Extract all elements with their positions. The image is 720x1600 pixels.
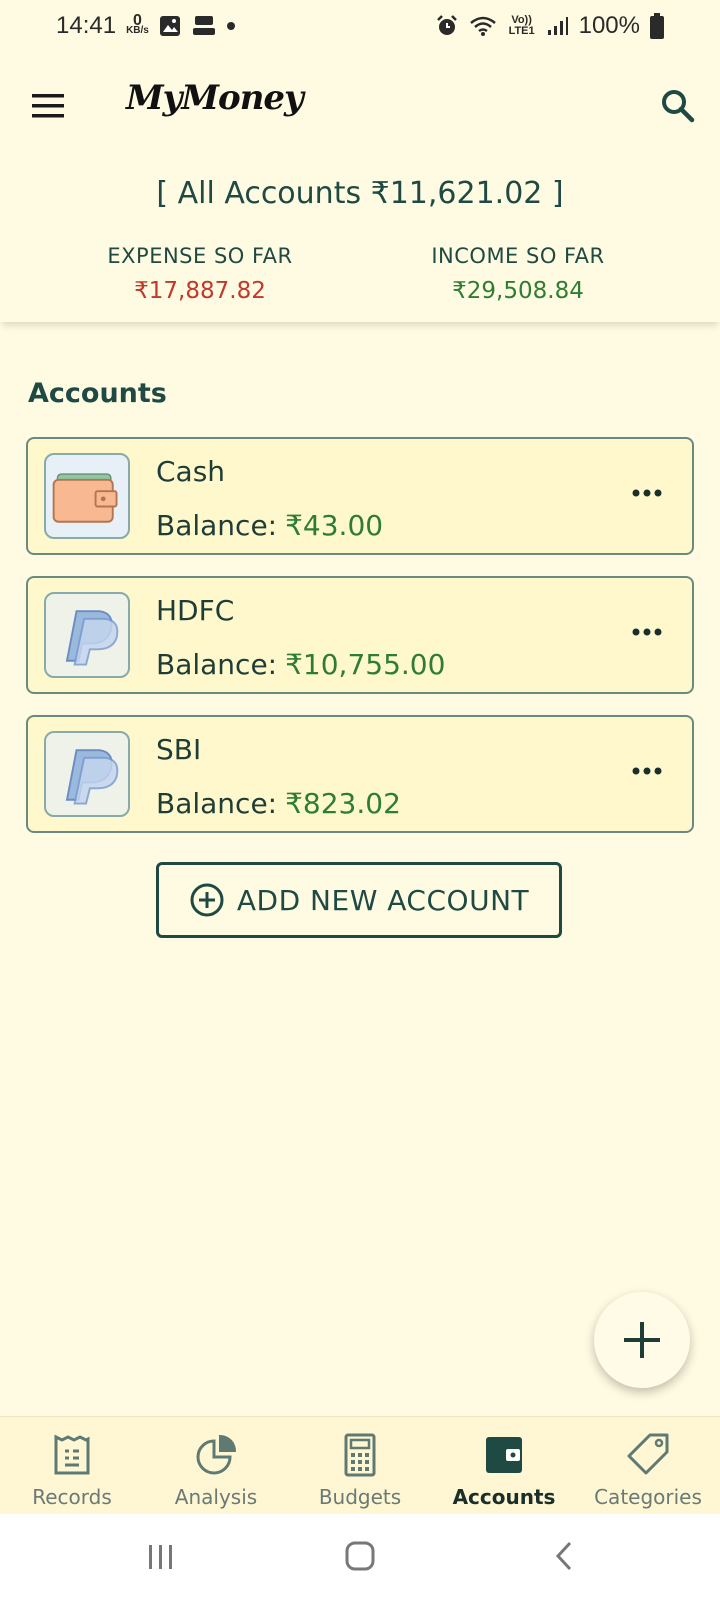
- nav-analysis[interactable]: Analysis: [144, 1417, 288, 1515]
- account-card-hdfc[interactable]: HDFC Balance: ₹10,755.00: [26, 576, 694, 694]
- app-bar: MyMoney: [0, 60, 720, 152]
- balance-label: Balance:: [156, 509, 278, 542]
- add-circle-icon: [190, 883, 224, 917]
- account-balance: Balance: ₹43.00: [156, 509, 383, 542]
- expense-stat: EXPENSE SO FAR ₹17,887.82: [50, 244, 350, 304]
- income-value: ₹29,508.84: [452, 278, 584, 304]
- balance-amount: ₹43.00: [285, 509, 384, 542]
- balance-amount: ₹10,755.00: [285, 648, 446, 681]
- nav-label: Categories: [594, 1485, 702, 1509]
- network-speed-unit: KB/s: [126, 25, 149, 36]
- system-nav-bar: [0, 1514, 720, 1600]
- bottom-nav: Records Analysis Budgets Accounts Catego…: [0, 1416, 720, 1514]
- balance-label: Balance:: [156, 648, 278, 681]
- income-label: INCOME SO FAR: [431, 244, 605, 268]
- wallet-icon: [486, 1437, 522, 1473]
- notification-dot: [226, 22, 235, 30]
- app-title: MyMoney: [126, 78, 304, 118]
- add-new-account-button[interactable]: ADD NEW ACCOUNT: [156, 862, 562, 938]
- status-left: 14:41 0 KB/s: [56, 12, 235, 40]
- recent-apps-icon[interactable]: [146, 1542, 176, 1572]
- nav-label: Accounts: [452, 1485, 556, 1509]
- tag-icon: [627, 1433, 669, 1475]
- accounts-summary: [ All Accounts ₹11,621.02 ] EXPENSE SO F…: [0, 152, 720, 322]
- account-name: HDFC: [156, 594, 235, 627]
- nav-label: Analysis: [174, 1485, 258, 1509]
- carrier-label: Vo)) LTE1: [508, 14, 535, 37]
- status-time: 14:41: [56, 12, 117, 39]
- more-options-icon[interactable]: [630, 483, 664, 503]
- alarm-icon: [436, 15, 457, 35]
- paypal-icon: [44, 731, 130, 817]
- status-bar: 14:41 0 KB/s Vo)) LTE1 100%: [0, 0, 720, 52]
- back-icon[interactable]: [552, 1540, 576, 1572]
- calculator-icon: [344, 1433, 376, 1477]
- account-balance: Balance: ₹10,755.00: [156, 648, 445, 681]
- account-card-sbi[interactable]: SBI Balance: ₹823.02: [26, 715, 694, 833]
- expense-label: EXPENSE SO FAR: [107, 244, 293, 268]
- status-right: Vo)) LTE1 100%: [435, 12, 664, 40]
- account-name: SBI: [156, 733, 202, 766]
- notification-app-icon: [192, 16, 215, 35]
- nav-budgets[interactable]: Budgets: [288, 1417, 432, 1515]
- records-icon: [54, 1434, 90, 1475]
- battery-icon: [650, 13, 664, 39]
- battery-percent: 100%: [578, 12, 640, 39]
- plus-icon: [624, 1322, 660, 1358]
- more-options-icon[interactable]: [630, 761, 664, 781]
- add-record-fab[interactable]: [594, 1292, 690, 1388]
- nav-records[interactable]: Records: [0, 1417, 144, 1515]
- nav-label: Records: [32, 1485, 112, 1509]
- analysis-icon: [196, 1434, 237, 1475]
- wifi-icon: [469, 16, 496, 36]
- nav-accounts[interactable]: Accounts: [432, 1417, 576, 1515]
- nav-label: Budgets: [318, 1485, 402, 1509]
- account-name: Cash: [156, 455, 226, 488]
- expense-value: ₹17,887.82: [134, 278, 266, 304]
- home-icon[interactable]: [344, 1540, 376, 1572]
- wallet-icon: [44, 453, 130, 539]
- network-speed: 0 KB/s: [126, 13, 149, 36]
- paypal-icon: [44, 592, 130, 678]
- gallery-icon: [159, 16, 180, 36]
- more-options-icon[interactable]: [630, 622, 664, 642]
- all-accounts-total[interactable]: [ All Accounts ₹11,621.02 ]: [0, 176, 720, 211]
- search-icon[interactable]: [656, 84, 700, 128]
- income-stat: INCOME SO FAR ₹29,508.84: [368, 244, 668, 304]
- accounts-section-title: Accounts: [28, 378, 167, 409]
- account-card-cash[interactable]: Cash Balance: ₹43.00: [26, 437, 694, 555]
- balance-label: Balance:: [156, 787, 278, 820]
- menu-icon[interactable]: [28, 86, 68, 126]
- nav-categories[interactable]: Categories: [576, 1417, 720, 1515]
- add-new-account-label: ADD NEW ACCOUNT: [236, 883, 530, 917]
- account-balance: Balance: ₹823.02: [156, 787, 401, 820]
- balance-amount: ₹823.02: [285, 787, 401, 820]
- signal-icon: [547, 17, 568, 35]
